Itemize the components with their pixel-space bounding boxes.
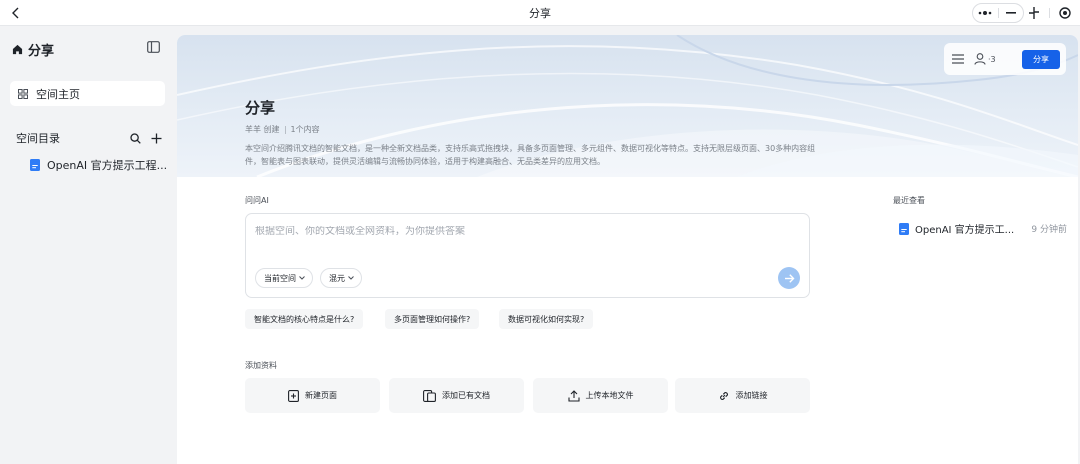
more-dots-icon <box>978 11 992 15</box>
space-meta: 羊羊 创建 1个内容 <box>245 124 320 135</box>
menu-button[interactable] <box>952 54 964 64</box>
space-description: 本空间介绍腾讯文档的智能文档，是一种全新文档品类，支持乐高式拖拽块，具备多页面管… <box>245 144 816 166</box>
user-icon <box>974 53 986 65</box>
model-selector[interactable]: 混元 <box>320 268 362 288</box>
space-directory-header: 空间目录 <box>16 130 162 146</box>
shrink-icon <box>1029 7 1039 19</box>
add-existing-document-label: 添加已有文档 <box>442 391 490 400</box>
add-materials-label: 添加资料 <box>245 361 277 370</box>
model-label: 混元 <box>329 273 345 283</box>
shrink-button[interactable] <box>1025 3 1043 23</box>
upload-icon <box>567 389 580 402</box>
new-page-icon <box>288 389 299 402</box>
sidebar-header: 分享 <box>12 40 54 59</box>
new-page-label: 新建页面 <box>305 391 337 400</box>
target-close-icon <box>1059 7 1071 19</box>
document-icon <box>30 159 40 171</box>
top-bar: 分享 <box>0 0 1080 26</box>
chevron-down-icon <box>348 276 354 280</box>
sidebar-title: 分享 <box>28 44 55 59</box>
home-icon <box>12 44 23 55</box>
space-banner: 分享 羊羊 创建 1个内容 本空间介绍腾讯文档的智能文档，是一种全新文档品类，支… <box>177 35 1078 177</box>
new-page-button[interactable]: 新建页面 <box>245 378 380 413</box>
recent-item-name: OpenAI 官方提示工... <box>915 225 1015 236</box>
recent-item-time: 9 分钟前 <box>1031 225 1067 235</box>
arrow-right-icon <box>784 273 794 283</box>
main-panel: 分享 羊羊 创建 1个内容 本空间介绍腾讯文档的智能文档，是一种全新文档品类，支… <box>177 35 1078 464</box>
add-document-icon <box>423 389 436 402</box>
grid-icon <box>18 88 28 99</box>
sidebar-toggle-icon <box>147 41 160 53</box>
members-button[interactable]: ·3 <box>974 53 996 65</box>
sidebar-collapse-button[interactable] <box>147 41 161 55</box>
upload-local-file-label: 上传本地文件 <box>585 391 634 400</box>
directory-add-button[interactable] <box>151 133 162 144</box>
recent-item[interactable]: OpenAI 官方提示工... 9 分钟前 <box>899 221 1067 236</box>
sidebar: 分享 空间主页 空间目录 OpenAI 官方提示工程... <box>0 26 176 464</box>
minimize-icon <box>1005 12 1016 14</box>
document-icon <box>899 222 909 235</box>
space-author: 羊羊 创建 <box>245 125 280 134</box>
sidebar-item-label: 空间主页 <box>36 87 80 101</box>
space-content-count: 1个内容 <box>290 125 320 134</box>
scope-selector[interactable]: 当前空间 <box>255 268 313 288</box>
recent-label: 最近查看 <box>893 196 925 205</box>
directory-label: 空间目录 <box>16 132 60 145</box>
suggestion-chip[interactable]: 数据可视化如何实现? <box>499 309 594 329</box>
window-capsule <box>972 3 1024 23</box>
ask-ai-label: 问问AI <box>245 196 269 205</box>
banner-toolbar: ·3 分享 <box>944 43 1066 75</box>
more-button[interactable] <box>973 4 998 22</box>
hamburger-menu-icon <box>952 54 964 64</box>
upload-local-file-button[interactable]: 上传本地文件 <box>533 378 668 413</box>
add-existing-document-button[interactable]: 添加已有文档 <box>389 378 524 413</box>
suggestion-chip[interactable]: 多页面管理如何操作? <box>385 309 480 329</box>
minimize-button[interactable] <box>999 4 1024 22</box>
suggestion-chip[interactable]: 智能文档的核心特点是什么? <box>245 309 364 329</box>
window-title: 分享 <box>529 7 551 20</box>
member-count: ·3 <box>988 54 996 64</box>
search-icon <box>130 132 141 144</box>
ask-ai-box: 当前空间 混元 <box>245 213 810 298</box>
chevron-down-icon <box>299 276 305 280</box>
plus-icon <box>151 133 162 143</box>
share-button[interactable]: 分享 <box>1022 49 1060 69</box>
sidebar-doc-label: OpenAI 官方提示工程... <box>47 159 168 172</box>
send-button[interactable] <box>778 267 800 289</box>
space-title: 分享 <box>245 99 276 117</box>
window-controls <box>1025 3 1074 23</box>
ask-ai-input[interactable] <box>255 226 755 237</box>
add-link-label: 添加链接 <box>735 391 768 400</box>
sidebar-item-space-home[interactable]: 空间主页 <box>10 81 165 106</box>
add-link-button[interactable]: 添加链接 <box>675 378 810 413</box>
scope-label: 当前空间 <box>264 273 296 283</box>
link-icon <box>719 391 728 400</box>
sidebar-doc-item[interactable]: OpenAI 官方提示工程... <box>30 157 167 173</box>
directory-search-button[interactable] <box>130 132 141 144</box>
close-button[interactable] <box>1056 3 1074 23</box>
